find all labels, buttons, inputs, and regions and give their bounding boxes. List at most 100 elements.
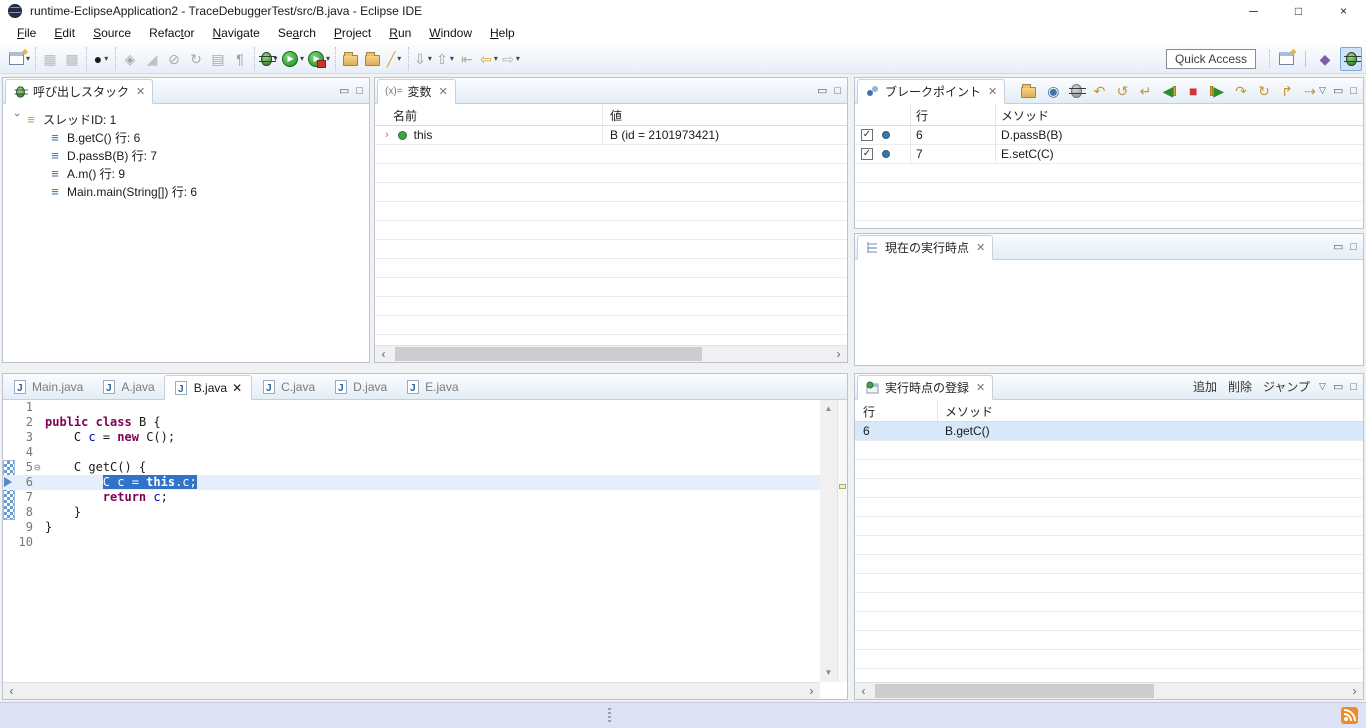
editor-tab-c-java[interactable]: JC.java — [252, 374, 324, 399]
editor-tab-main-java[interactable]: JMain.java — [3, 374, 92, 399]
step-back-over-icon[interactable]: ↺ — [1114, 79, 1130, 103]
code-line[interactable]: 9} — [3, 520, 820, 535]
debug-trace-icon[interactable] — [1068, 79, 1084, 103]
new-wizard-icon[interactable]: ▾ — [7, 47, 32, 71]
breakpoint-checkbox[interactable]: ✓ — [861, 148, 873, 160]
debug-perspective-icon[interactable] — [1340, 47, 1362, 71]
format-brush-icon[interactable]: ◢ — [141, 47, 163, 71]
code-editor[interactable]: 12public class B {3 C c = new C();45⊖ C … — [3, 400, 820, 682]
minimize-view-icon[interactable]: ▭ — [1333, 84, 1343, 97]
code-line[interactable]: 5⊖ C getC() { — [3, 460, 820, 475]
maximize-view-icon[interactable]: □ — [834, 85, 841, 97]
maximize-view-icon[interactable]: □ — [1350, 381, 1357, 393]
backward-resume-icon[interactable]: ◀ — [1160, 79, 1178, 103]
skip-all-breakpoints-icon[interactable]: ⊘ — [163, 47, 185, 71]
code-line[interactable]: 7 return c; — [3, 490, 820, 505]
tree-node-frame[interactable]: ≡A.m() 行: 9 — [3, 164, 369, 182]
chevron-down-icon[interactable]: ▾ — [516, 54, 520, 63]
scroll-up-icon[interactable]: ▲ — [820, 402, 837, 416]
statusbar-drag-handle[interactable] — [608, 708, 611, 724]
scrollbar-thumb[interactable] — [875, 684, 1154, 698]
column-header-line[interactable]: 行 — [916, 107, 928, 124]
step-return-icon[interactable]: ↱ — [1279, 79, 1295, 103]
scroll-left-icon[interactable]: ‹ — [375, 346, 392, 362]
variables-horizontal-scrollbar[interactable]: ‹› — [375, 345, 847, 362]
editor-vertical-scrollbar[interactable]: ▲ ▼ — [820, 400, 837, 682]
terminate-icon[interactable]: ■ — [1185, 79, 1201, 103]
code-line[interactable]: 1 — [3, 400, 820, 415]
chevron-down-icon[interactable]: ▾ — [494, 54, 498, 63]
table-row[interactable]: 6B.getC() — [855, 422, 1363, 441]
add-button[interactable]: 追加 — [1191, 378, 1219, 395]
marker-pen-icon[interactable]: ╱▾ — [383, 47, 405, 71]
open-trace-folder-icon[interactable] — [339, 47, 361, 71]
close-icon[interactable]: ✕ — [976, 241, 985, 254]
run-coverage-icon[interactable]: ▾ — [306, 47, 332, 71]
chevron-expanded-icon[interactable]: › — [11, 113, 23, 125]
run-to-line-icon[interactable]: ⇢ — [1302, 79, 1318, 103]
scrollbar-thumb[interactable] — [395, 347, 702, 361]
breakpoints-tab[interactable]: ブレークポイント ✕ — [857, 79, 1005, 104]
build-icon[interactable]: ↻ — [185, 47, 207, 71]
minimize-button[interactable]: ─ — [1231, 0, 1276, 22]
table-row[interactable]: ✓7E.setC(C) — [855, 145, 1363, 164]
editor-tab-e-java[interactable]: JE.java — [396, 374, 467, 399]
watchpoint-icon[interactable]: ◈ — [119, 47, 141, 71]
scroll-right-icon[interactable]: › — [1346, 683, 1363, 699]
tree-node-frame[interactable]: ≡B.getC() 行: 6 — [3, 128, 369, 146]
close-icon[interactable]: ✕ — [988, 85, 997, 98]
debug-icon[interactable]: ▾ — [258, 47, 280, 71]
code-line[interactable]: 3 C c = new C(); — [3, 430, 820, 445]
menu-item-project[interactable]: Project — [325, 24, 380, 42]
console-icon[interactable]: ▤ — [207, 47, 229, 71]
tree-node-frame[interactable]: ≡Main.main(String[]) 行: 6 — [3, 182, 369, 200]
chevron-down-icon[interactable]: ▾ — [300, 54, 304, 63]
step-back-return-icon[interactable]: ↵ — [1137, 79, 1153, 103]
menu-item-edit[interactable]: Edit — [45, 24, 84, 42]
chevron-down-icon[interactable]: ▾ — [397, 54, 401, 63]
previous-annotation-icon[interactable]: ⇧▾ — [434, 47, 456, 71]
scroll-right-icon[interactable]: › — [803, 683, 820, 699]
java-perspective-icon[interactable]: ◆ — [1314, 47, 1336, 71]
delete-button[interactable]: 削除 — [1226, 378, 1254, 395]
maximize-view-icon[interactable]: □ — [1350, 241, 1357, 253]
menu-item-search[interactable]: Search — [269, 24, 325, 42]
code-line[interactable]: 8 } — [3, 505, 820, 520]
chevron-down-icon[interactable]: ▾ — [326, 54, 330, 63]
scroll-right-icon[interactable]: › — [830, 346, 847, 362]
menu-item-run[interactable]: Run — [380, 24, 420, 42]
chevron-down-icon[interactable]: ▾ — [104, 54, 108, 63]
current-point-tab[interactable]: 現在の実行時点 ✕ — [857, 235, 993, 260]
step-over-icon[interactable]: ↻ — [1256, 79, 1272, 103]
run-icon[interactable]: ▾ — [280, 47, 306, 71]
chevron-down-icon[interactable]: ▾ — [428, 54, 432, 63]
save-icon[interactable]: ▦ — [39, 47, 61, 71]
close-icon[interactable]: ✕ — [232, 381, 242, 395]
minimize-view-icon[interactable]: ▭ — [817, 84, 827, 97]
menu-item-source[interactable]: Source — [84, 24, 140, 42]
menu-item-window[interactable]: Window — [420, 24, 481, 42]
resume-icon[interactable]: ▶ — [1208, 79, 1226, 103]
column-header-method[interactable]: メソッド — [945, 403, 993, 420]
next-annotation-icon[interactable]: ⇩▾ — [412, 47, 434, 71]
overview-ruler[interactable] — [837, 400, 847, 682]
close-icon[interactable]: ✕ — [136, 85, 145, 98]
close-button[interactable]: × — [1321, 0, 1366, 22]
tree-node-thread[interactable]: ›≡スレッドID: 1 — [3, 110, 369, 128]
menu-item-refactor[interactable]: Refactor — [140, 24, 203, 42]
code-line[interactable]: 6 C c = this.c; — [3, 475, 820, 490]
back-icon[interactable]: ⇦▾ — [478, 47, 500, 71]
code-line[interactable]: 2public class B { — [3, 415, 820, 430]
scroll-down-icon[interactable]: ▼ — [820, 666, 837, 680]
forward-icon[interactable]: ⇨▾ — [500, 47, 522, 71]
menu-item-file[interactable]: File — [8, 24, 45, 42]
minimize-view-icon[interactable]: ▭ — [1333, 240, 1343, 253]
editor-horizontal-scrollbar[interactable]: ‹ › — [3, 682, 820, 699]
code-line[interactable]: 10 — [3, 535, 820, 550]
variables-tab[interactable]: (x)= 変数 ✕ — [377, 79, 456, 104]
menu-item-help[interactable]: Help — [481, 24, 524, 42]
show-whitespace-icon[interactable]: ¶ — [229, 47, 251, 71]
step-back-into-icon[interactable]: ↶ — [1091, 79, 1107, 103]
view-menu-icon[interactable]: ▽ — [1319, 381, 1326, 392]
table-row[interactable]: ›thisB (id = 2101973421) — [375, 126, 847, 145]
